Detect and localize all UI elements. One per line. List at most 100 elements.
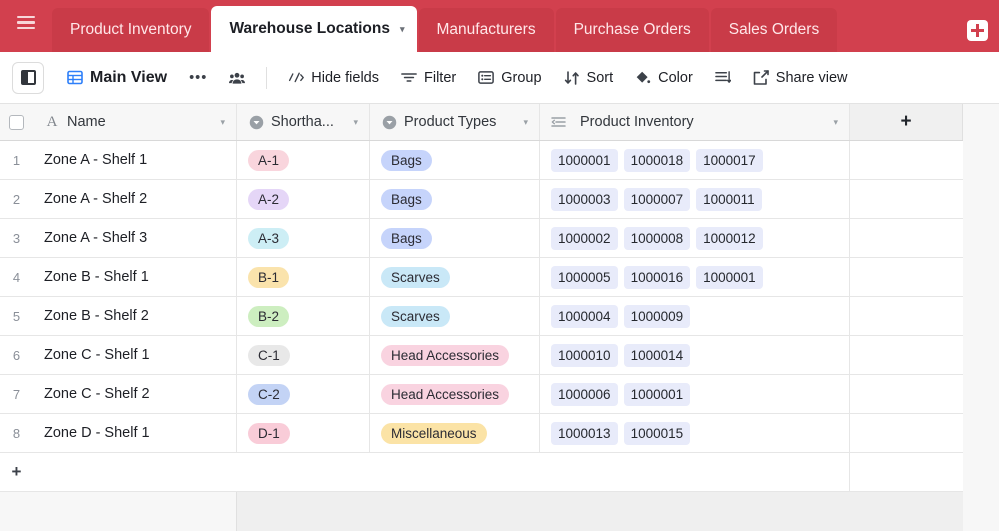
cell-product-type[interactable]: Scarves	[370, 297, 540, 335]
table-tab[interactable]: Purchase Orders	[555, 8, 709, 52]
cell-shorthand[interactable]: B-1	[237, 258, 370, 296]
filter-button[interactable]: Filter	[392, 64, 465, 92]
inventory-chip[interactable]: 1000009	[623, 304, 691, 328]
table-tab[interactable]: Product Inventory	[52, 8, 210, 52]
add-record-row-blank	[33, 453, 850, 491]
cell-product-inventory[interactable]: 1000003 1000007 1000011	[540, 180, 850, 218]
add-record-row[interactable]: +	[0, 453, 999, 492]
cell-product-type[interactable]: Scarves	[370, 258, 540, 296]
cell-name[interactable]: Zone C - Shelf 2	[33, 375, 237, 413]
cell-shorthand[interactable]: A-2	[237, 180, 370, 218]
sort-button[interactable]: Sort	[555, 64, 623, 92]
column-header-name[interactable]: A Name ▾	[33, 104, 237, 140]
cell-product-type[interactable]: Bags	[370, 141, 540, 179]
cell-name[interactable]: Zone B - Shelf 2	[33, 297, 237, 335]
column-header-product-inventory[interactable]: Product Inventory ▾	[540, 104, 850, 140]
view-selector-button[interactable]: Main View	[58, 63, 176, 93]
cell-name[interactable]: Zone A - Shelf 3	[33, 219, 237, 257]
inventory-chip[interactable]: 1000005	[551, 265, 618, 289]
cell-product-type[interactable]: Head Accessories	[370, 375, 540, 413]
cell-name[interactable]: Zone A - Shelf 2	[33, 180, 237, 218]
cell-product-inventory[interactable]: 1000002 1000008 1000012	[540, 219, 850, 257]
cell-shorthand[interactable]: D-1	[237, 414, 370, 452]
select-all-checkbox[interactable]	[9, 114, 24, 130]
cell-product-type[interactable]: Miscellaneous	[370, 414, 540, 452]
column-header-product-types[interactable]: Product Types ▾	[370, 104, 540, 140]
inventory-chip[interactable]: 1000015	[623, 421, 691, 445]
inventory-chip[interactable]: 1000016	[623, 265, 691, 289]
chevron-down-icon[interactable]: ▾	[220, 117, 225, 128]
collaborators-button[interactable]	[220, 64, 254, 92]
table-row[interactable]: 6 Zone C - Shelf 1 C-1 Head Accessories 1000…	[0, 336, 999, 375]
cell-shorthand[interactable]: A-3	[237, 219, 370, 257]
chevron-down-icon[interactable]: ▾	[400, 24, 405, 35]
add-field-button[interactable]: +	[850, 104, 963, 140]
cell-product-inventory[interactable]: 1000004 1000009	[540, 297, 850, 335]
chevron-down-icon[interactable]: ▾	[523, 117, 528, 128]
table-row[interactable]: 8 Zone D - Shelf 1 D-1 Miscellaneous 1000013…	[0, 414, 999, 453]
table-tab[interactable]: Warehouse Locations ▾	[211, 6, 417, 52]
cell-product-inventory[interactable]: 1000013 1000015	[540, 414, 850, 452]
chevron-down-icon[interactable]: ▾	[833, 117, 838, 128]
table-row[interactable]: 1 Zone A - Shelf 1 A-1 Bags 1000001 1000018 10…	[0, 141, 999, 180]
inventory-chip[interactable]: 1000013	[551, 421, 618, 445]
inventory-chip[interactable]: 1000007	[623, 187, 691, 211]
inventory-chip[interactable]: 1000010	[551, 343, 618, 367]
row-number: 8	[12, 425, 21, 441]
inventory-chip[interactable]: 1000017	[696, 148, 763, 172]
shorthand-badge: B-2	[248, 305, 290, 327]
cell-product-type[interactable]: Bags	[370, 180, 540, 218]
cell-product-inventory[interactable]: 1000006 1000001	[540, 375, 850, 413]
inventory-chip[interactable]: 1000001	[696, 265, 763, 289]
color-button[interactable]: Color	[626, 64, 702, 92]
cell-product-inventory[interactable]: 1000005 1000016 1000001	[540, 258, 850, 296]
table-row[interactable]: 7 Zone C - Shelf 2 C-2 Head Accessories 1000…	[0, 375, 999, 414]
cell-product-type[interactable]: Bags	[370, 219, 540, 257]
add-record-button[interactable]: +	[0, 453, 33, 491]
cell-product-inventory[interactable]: 1000010 1000014	[540, 336, 850, 374]
cell-name[interactable]: Zone A - Shelf 1	[33, 141, 237, 179]
table-tab[interactable]: Manufacturers	[418, 8, 554, 52]
table-row[interactable]: 3 Zone A - Shelf 3 A-3 Bags 1000002 1000008 10…	[0, 219, 999, 258]
inventory-chip[interactable]: 1000014	[623, 343, 691, 367]
inventory-chip[interactable]: 1000012	[696, 226, 763, 250]
inventory-chip[interactable]: 1000004	[551, 304, 618, 328]
cell-shorthand[interactable]: B-2	[237, 297, 370, 335]
cell-product-type[interactable]: Head Accessories	[370, 336, 540, 374]
cell-shorthand[interactable]: A-1	[237, 141, 370, 179]
inventory-chip[interactable]: 1000011	[696, 187, 762, 211]
table-tab-label: Product Inventory	[70, 21, 192, 38]
inventory-chip[interactable]: 1000001	[623, 382, 691, 406]
row-height-button[interactable]	[706, 64, 740, 91]
inventory-chip[interactable]: 1000006	[551, 382, 618, 406]
cell-name[interactable]: Zone C - Shelf 1	[33, 336, 237, 374]
inventory-chip[interactable]: 1000003	[551, 187, 618, 211]
product-type-badge: Miscellaneous	[381, 422, 487, 444]
group-label: Group	[501, 69, 542, 86]
table-row[interactable]: 2 Zone A - Shelf 2 A-2 Bags 1000003 1000007 10…	[0, 180, 999, 219]
cell-name[interactable]: Zone D - Shelf 1	[33, 414, 237, 452]
inventory-chip[interactable]: 1000001	[551, 148, 618, 172]
chevron-down-icon[interactable]: ▾	[353, 117, 358, 128]
column-header-shorthand[interactable]: Shortha... ▾	[237, 104, 370, 140]
cell-shorthand[interactable]: C-2	[237, 375, 370, 413]
add-table-button[interactable]	[955, 8, 999, 52]
inventory-chip[interactable]: 1000008	[623, 226, 691, 250]
cell-product-inventory[interactable]: 1000001 1000018 1000017	[540, 141, 850, 179]
group-button[interactable]: Group	[469, 64, 550, 92]
sidebar-toggle-button[interactable]	[12, 61, 44, 94]
table-row[interactable]: 5 Zone B - Shelf 2 B-2 Scarves 1000004 100000…	[0, 297, 999, 336]
share-view-button[interactable]: Share view	[744, 64, 857, 92]
hide-fields-button[interactable]: Hide fields	[279, 64, 388, 92]
table-row[interactable]: 4 Zone B - Shelf 1 B-1 Scarves 1000005 100001…	[0, 258, 999, 297]
cell-name[interactable]: Zone B - Shelf 1	[33, 258, 237, 296]
select-field-icon	[248, 115, 264, 130]
table-tab-label: Sales Orders	[728, 21, 820, 38]
hamburger-menu-button[interactable]	[0, 0, 52, 52]
inventory-chip[interactable]: 1000018	[623, 148, 691, 172]
view-more-options-button[interactable]: •••	[180, 64, 216, 92]
inventory-chip[interactable]: 1000002	[551, 226, 618, 250]
select-all-cell[interactable]	[0, 104, 33, 140]
table-tab[interactable]: Sales Orders	[710, 8, 838, 52]
cell-shorthand[interactable]: C-1	[237, 336, 370, 374]
